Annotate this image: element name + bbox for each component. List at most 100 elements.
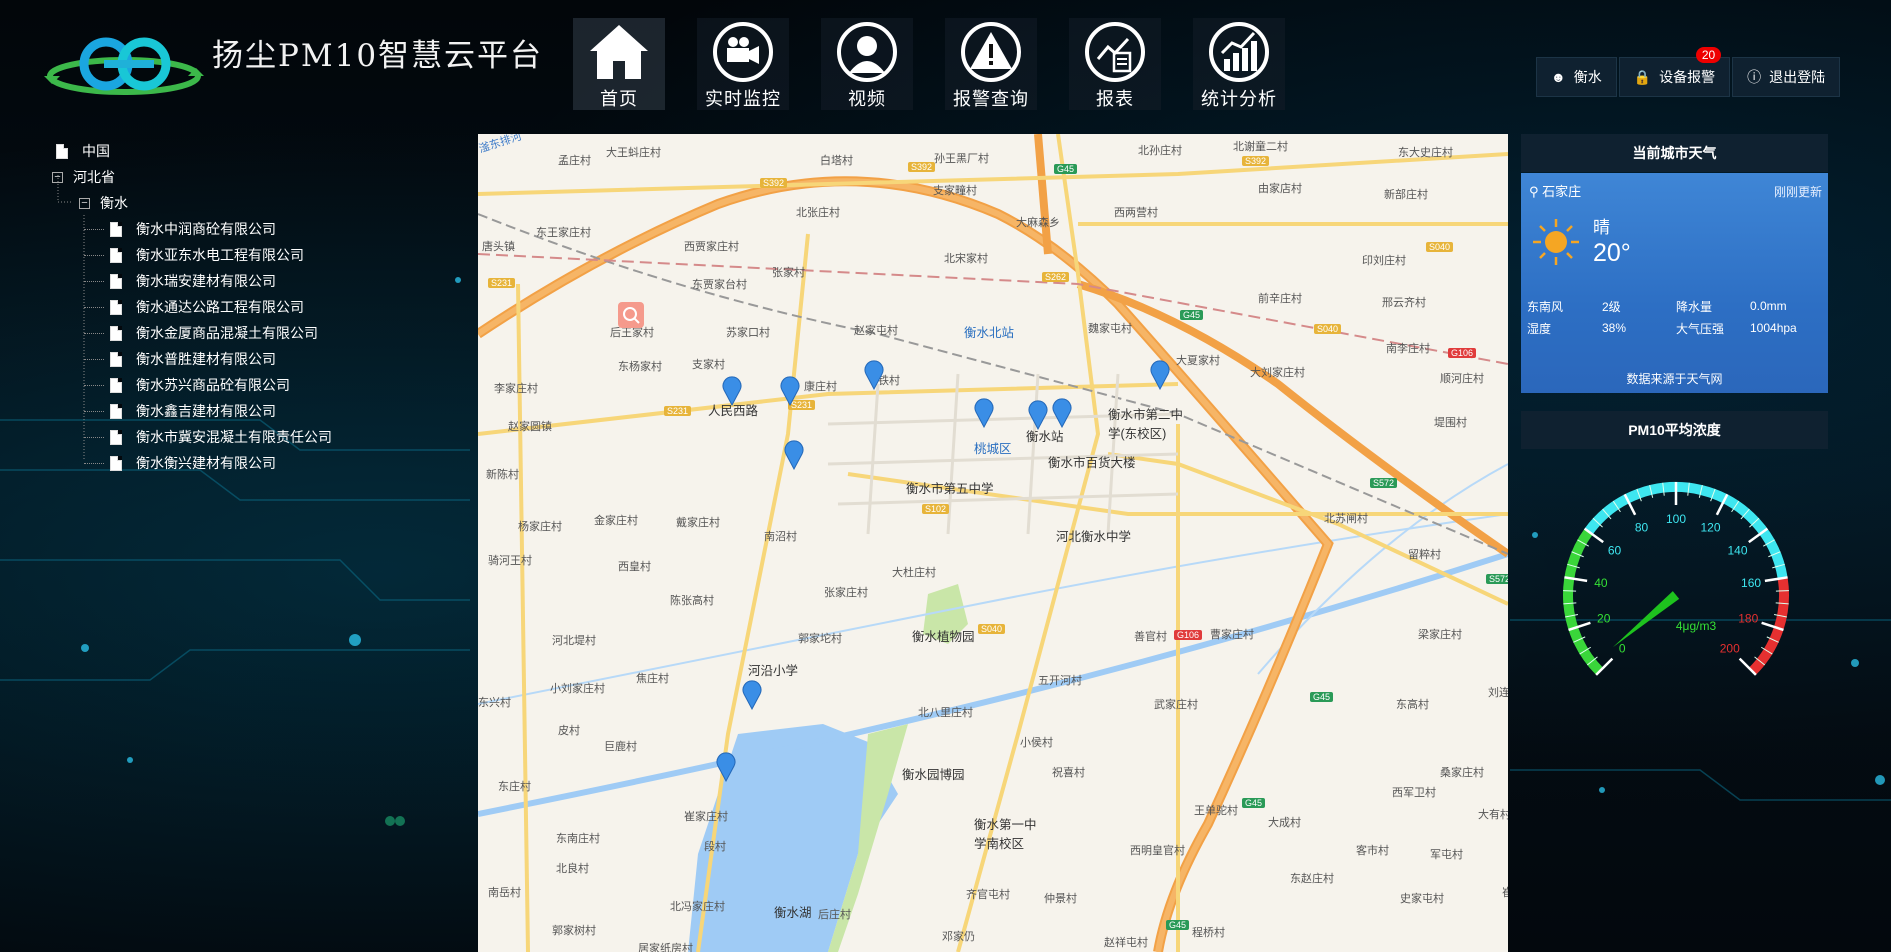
monitor-location-pin-icon[interactable] xyxy=(1028,400,1048,430)
monitor-location-pin-icon[interactable] xyxy=(716,752,736,782)
tree-node-label: 衡水 xyxy=(100,195,128,211)
file-icon xyxy=(110,299,122,315)
map-label: 桑家庄村 xyxy=(1440,767,1484,779)
map-label: 前辛庄村 xyxy=(1258,293,1302,305)
app-logo xyxy=(44,24,204,104)
tree-connector xyxy=(84,359,104,360)
search-icon[interactable] xyxy=(618,302,644,328)
weather-condition: 晴 xyxy=(1593,218,1610,237)
map-label: 赵祥屯村 xyxy=(1104,937,1148,949)
tree-node-hebei[interactable]: − 河北省 xyxy=(52,164,332,190)
tree-node-label: 衡水普胜建材有限公司 xyxy=(136,351,276,367)
tree-node-company[interactable]: 衡水衡兴建材有限公司 xyxy=(52,450,332,476)
map-label: 东高村 xyxy=(1396,699,1429,711)
map-view[interactable]: 大王蚪庄村 孟庄村 白塔村 孙王黑厂村 北孙庄村 北谢童二村 东大史庄村 由家店村 新部庄村 北张… xyxy=(478,134,1508,952)
map-label: 邢云齐村 xyxy=(1382,297,1426,309)
map-label: 河北堤村 xyxy=(552,635,596,647)
map-label: 衡水市第二中学(东校区) xyxy=(1108,408,1184,441)
city-button[interactable]: ☻ 衡水 xyxy=(1536,57,1617,97)
monitor-location-pin-icon[interactable] xyxy=(784,440,804,470)
map-label: 北苏闸村 xyxy=(1324,513,1368,525)
info-icon: ⓘ xyxy=(1747,69,1762,85)
map-label: 杨家庄村 xyxy=(518,521,562,533)
chart-icon xyxy=(1208,21,1270,83)
map-label: 顺河庄村 xyxy=(1440,373,1484,385)
map-label: 梁家庄村 xyxy=(1418,629,1462,641)
tree-node-label: 衡水亚东水电工程有限公司 xyxy=(136,247,304,263)
map-label: 河北衡水中学 xyxy=(1056,530,1132,544)
map-label: 程桥村 xyxy=(1192,927,1225,939)
tree-connector xyxy=(84,255,104,256)
map-label: 金家庄村 xyxy=(594,515,638,527)
tree-node-company[interactable]: 衡水鑫吉建材有限公司 xyxy=(52,398,332,424)
map-label: 军屯村 xyxy=(1430,849,1463,861)
monitor-location-pin-icon[interactable] xyxy=(1052,398,1072,428)
collapse-icon[interactable]: − xyxy=(79,197,90,209)
tree-connector xyxy=(84,333,104,334)
tree-node-company[interactable]: 衡水通达公路工程有限公司 xyxy=(52,294,332,320)
gauge-tick-label: 20 xyxy=(1597,611,1611,625)
map-label: 张家村 xyxy=(772,267,805,279)
monitor-location-pin-icon[interactable] xyxy=(974,398,994,428)
monitor-location-pin-icon[interactable] xyxy=(780,376,800,406)
map-label: 史家屯村 xyxy=(1400,893,1444,905)
map-label: 苏家口村 xyxy=(726,327,770,339)
map-label: 大王蚪庄村 xyxy=(606,147,661,159)
map-label: 东赵庄村 xyxy=(1290,873,1334,885)
file-icon xyxy=(110,429,122,445)
precip-label: 降水量 xyxy=(1676,299,1713,314)
tree-node-label: 衡水市冀安混凝土有限责任公司 xyxy=(136,429,332,445)
weather-updated: 刚刚更新 xyxy=(1773,185,1822,199)
map-label: 印刘庄村 xyxy=(1362,255,1406,267)
map-label: 南岳村 xyxy=(488,887,521,899)
file-icon xyxy=(110,221,122,237)
map-label: 巨鹿村 xyxy=(604,741,637,753)
tree-node-hengshui[interactable]: − 衡水 xyxy=(52,190,332,216)
tree-node-company[interactable]: 衡水中润商砼有限公司 xyxy=(52,216,332,242)
nav-realtime-monitor[interactable]: 实时监控 xyxy=(697,18,789,110)
road-tag: S392 xyxy=(908,162,936,172)
location-icon: ⚲ xyxy=(1529,184,1539,199)
gauge-tick-label: 0 xyxy=(1619,642,1626,656)
logout-button[interactable]: ⓘ 退出登陆 xyxy=(1732,57,1841,97)
precip-value: 0.0mm xyxy=(1750,299,1787,313)
map-label: 李家庄村 xyxy=(494,383,538,395)
tree-node-label: 中国 xyxy=(82,143,110,159)
tree-node-china[interactable]: 中国 xyxy=(52,138,332,164)
monitor-location-pin-icon[interactable] xyxy=(722,376,742,406)
nav-report[interactable]: 报表 xyxy=(1069,18,1161,110)
tree-node-company[interactable]: 衡水市冀安混凝土有限责任公司 xyxy=(52,424,332,450)
map-label: 齐官屯村 xyxy=(966,889,1010,901)
nav-alarm-query[interactable]: 报警查询 xyxy=(945,18,1037,110)
nav-home[interactable]: 首页 xyxy=(573,18,665,110)
map-label: 魏家屯村 xyxy=(1088,323,1132,335)
map-label: 善官村 xyxy=(1134,631,1167,643)
monitor-location-pin-icon[interactable] xyxy=(742,680,762,710)
file-icon xyxy=(110,325,122,341)
nav-statistics[interactable]: 统计分析 xyxy=(1193,18,1285,110)
weather-panel-title: 当前城市天气 xyxy=(1521,134,1828,172)
tree-node-company[interactable]: 衡水苏兴商品砼有限公司 xyxy=(52,372,332,398)
tree-node-company[interactable]: 衡水金厦商品混凝土有限公司 xyxy=(52,320,332,346)
weather-temperature: 20° xyxy=(1593,239,1631,267)
file-icon xyxy=(56,143,68,159)
monitor-location-pin-icon[interactable] xyxy=(1150,360,1170,390)
map-label: 客市村 xyxy=(1356,845,1389,857)
tree-node-company[interactable]: 衡水普胜建材有限公司 xyxy=(52,346,332,372)
map-label: 衡水植物园 xyxy=(912,630,975,644)
gauge-tick-label: 100 xyxy=(1666,512,1686,526)
camera-icon xyxy=(712,21,774,83)
map-label: 邓家仍 xyxy=(942,931,975,943)
tree-connector xyxy=(84,229,104,230)
map-label: 崔庄村 xyxy=(1502,887,1508,899)
gauge-tick-label: 200 xyxy=(1720,642,1740,656)
device-alarm-button[interactable]: 🔒 设备报警 20 xyxy=(1618,47,1731,97)
tree-node-company[interactable]: 衡水亚东水电工程有限公司 xyxy=(52,242,332,268)
map-label: 南李庄村 xyxy=(1386,343,1430,355)
tree-node-company[interactable]: 衡水瑞安建材有限公司 xyxy=(52,268,332,294)
nav-video[interactable]: 视频 xyxy=(821,18,913,110)
monitor-location-pin-icon[interactable] xyxy=(864,360,884,390)
collapse-icon[interactable]: − xyxy=(52,171,63,183)
map-label: 北冯家庄村 xyxy=(670,901,725,913)
gauge-value-label: 4μg/m3 xyxy=(1676,619,1717,633)
